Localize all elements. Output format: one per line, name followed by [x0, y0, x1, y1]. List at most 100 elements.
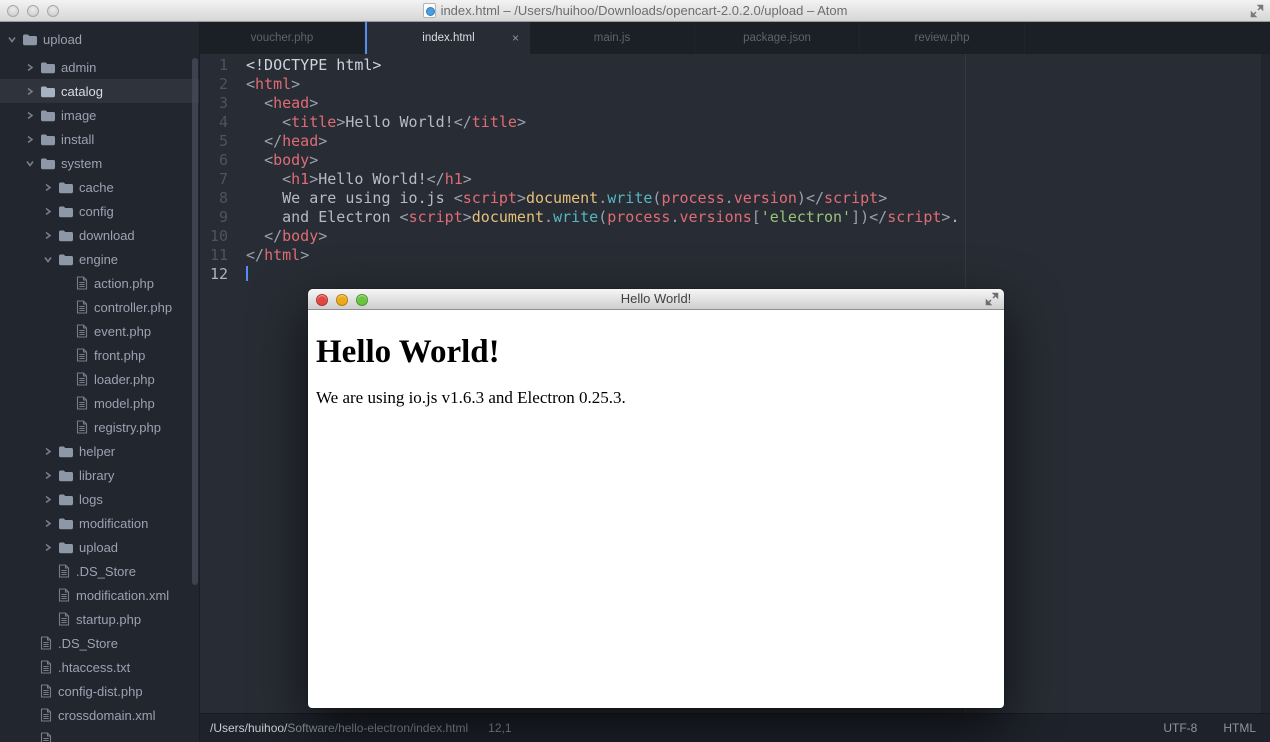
file-icon [40, 732, 52, 742]
tree-item-registry-php[interactable]: registry.php [0, 415, 199, 439]
tree-item-label: startup.php [76, 611, 142, 627]
fullscreen-icon[interactable] [1250, 4, 1264, 18]
tree-item-loader-php[interactable]: loader.php [0, 367, 199, 391]
tree-item-helper[interactable]: helper [0, 439, 199, 463]
tree-item-label: controller.php [94, 299, 173, 315]
chevron-right-icon[interactable] [44, 207, 58, 216]
tree-item-crossdomain-xml[interactable]: crossdomain.xml [0, 703, 199, 727]
tree-item-controller-php[interactable]: controller.php [0, 295, 199, 319]
tree-item-catalog[interactable]: catalog [0, 79, 199, 103]
tree-item-engine[interactable]: engine [0, 247, 199, 271]
status-bar: /Users/huihoo/Software/hello-electron/in… [200, 713, 1270, 742]
document-proxy-icon [422, 3, 436, 18]
tree-item-label: helper [79, 443, 116, 459]
tree-item-modification-xml[interactable]: modification.xml [0, 583, 199, 607]
tree-item-upload[interactable]: upload [0, 535, 199, 559]
chevron-right-icon[interactable] [44, 519, 58, 528]
chevron-right-icon[interactable] [44, 183, 58, 192]
folder-icon [58, 205, 73, 218]
tree-item-label: catalog [61, 83, 103, 99]
tree-item-blank[interactable] [0, 727, 199, 742]
tree-item-event-php[interactable]: event.php [0, 319, 199, 343]
tree-item-image[interactable]: image [0, 103, 199, 127]
tab-bar: voucher.php index.html × main.js package.jso… [200, 22, 1270, 54]
tab-voucher-php[interactable]: voucher.php [200, 22, 365, 54]
line-number: 10 [209, 227, 228, 245]
tree-item-library[interactable]: library [0, 463, 199, 487]
chevron-right-icon[interactable] [26, 87, 40, 96]
code-line: </body> [264, 227, 328, 245]
tree-item-upload[interactable]: upload [0, 27, 199, 51]
tree-item-config[interactable]: config [0, 199, 199, 223]
chevron-down-icon[interactable] [8, 35, 22, 44]
line-number-gutter: 1 2 3 4 5 6 7 8 9 10 11 12 [200, 54, 244, 713]
tree-item-system[interactable]: system [0, 151, 199, 175]
code-line: <!DOCTYPE html> [246, 56, 382, 74]
tree-item-htaccess-txt[interactable]: .htaccess.txt [0, 655, 199, 679]
tree-scrollbar-thumb[interactable] [192, 58, 198, 585]
tree-item-admin[interactable]: admin [0, 55, 199, 79]
tree-item-modification[interactable]: modification [0, 511, 199, 535]
grammar-selector[interactable]: HTML [1223, 721, 1256, 735]
tree-item-model-php[interactable]: model.php [0, 391, 199, 415]
tree-item-cache[interactable]: cache [0, 175, 199, 199]
popup-fullscreen-icon[interactable] [985, 292, 999, 306]
tree-item-label: download [79, 227, 135, 243]
chevron-down-icon[interactable] [26, 159, 40, 168]
file-icon [76, 276, 88, 290]
file-icon [40, 636, 52, 650]
tree-item-logs[interactable]: logs [0, 487, 199, 511]
window-titlebar[interactable]: index.html – /Users/huihoo/Downloads/ope… [0, 0, 1270, 22]
folder-icon [40, 61, 55, 74]
chevron-right-icon[interactable] [26, 111, 40, 120]
editor-scrollbar[interactable] [1261, 54, 1270, 713]
file-icon [58, 564, 70, 578]
tab-main-js[interactable]: main.js [530, 22, 695, 54]
tree-item-label: model.php [94, 395, 155, 411]
folder-icon [58, 517, 73, 530]
tree-item-ds-store[interactable]: .DS_Store [0, 559, 199, 583]
folder-icon [58, 253, 73, 266]
window-title: index.html – /Users/huihoo/Downloads/ope… [0, 0, 1270, 21]
line-number: 9 [218, 208, 228, 226]
folder-icon [58, 541, 73, 554]
tree-item-label: registry.php [94, 419, 161, 435]
chevron-down-icon[interactable] [44, 255, 58, 264]
tree-item-startup-php[interactable]: startup.php [0, 607, 199, 631]
folder-icon [58, 469, 73, 482]
file-icon [76, 372, 88, 386]
line-number: 11 [209, 246, 228, 264]
tree-item-download[interactable]: download [0, 223, 199, 247]
code-line: <h1>Hello World!</h1> [282, 170, 472, 188]
file-icon [76, 348, 88, 362]
tab-review-php[interactable]: review.php [860, 22, 1025, 54]
tree-item-label: front.php [94, 347, 146, 363]
chevron-right-icon[interactable] [44, 543, 58, 552]
chevron-right-icon[interactable] [44, 447, 58, 456]
tree-item-ds-store[interactable]: .DS_Store [0, 631, 199, 655]
line-number: 4 [218, 113, 228, 131]
tab-package-json[interactable]: package.json [695, 22, 860, 54]
tree-item-label: crossdomain.xml [58, 707, 156, 723]
tree-item-config-dist-php[interactable]: config-dist.php [0, 679, 199, 703]
encoding-selector[interactable]: UTF-8 [1163, 721, 1197, 735]
file-icon [76, 420, 88, 434]
cursor-position[interactable]: 12,1 [488, 721, 511, 735]
tree-item-install[interactable]: install [0, 127, 199, 151]
tab-close-icon[interactable]: × [512, 32, 519, 44]
popup-content: Hello World! We are using io.js v1.6.3 a… [308, 310, 1004, 408]
tab-index-html[interactable]: index.html × [365, 22, 530, 54]
chevron-right-icon[interactable] [26, 135, 40, 144]
popup-titlebar[interactable]: Hello World! [308, 289, 1004, 310]
tree-item-label: .htaccess.txt [58, 659, 131, 675]
tab-label: voucher.php [250, 32, 314, 44]
chevron-right-icon[interactable] [44, 495, 58, 504]
chevron-right-icon[interactable] [44, 231, 58, 240]
line-number: 12 [209, 265, 228, 283]
chevron-right-icon[interactable] [44, 471, 58, 480]
tree-item-action-php[interactable]: action.php [0, 271, 199, 295]
chevron-right-icon[interactable] [26, 63, 40, 72]
code-line: <html> [246, 75, 301, 93]
tree-item-front-php[interactable]: front.php [0, 343, 199, 367]
tree-item-label: engine [79, 251, 119, 267]
